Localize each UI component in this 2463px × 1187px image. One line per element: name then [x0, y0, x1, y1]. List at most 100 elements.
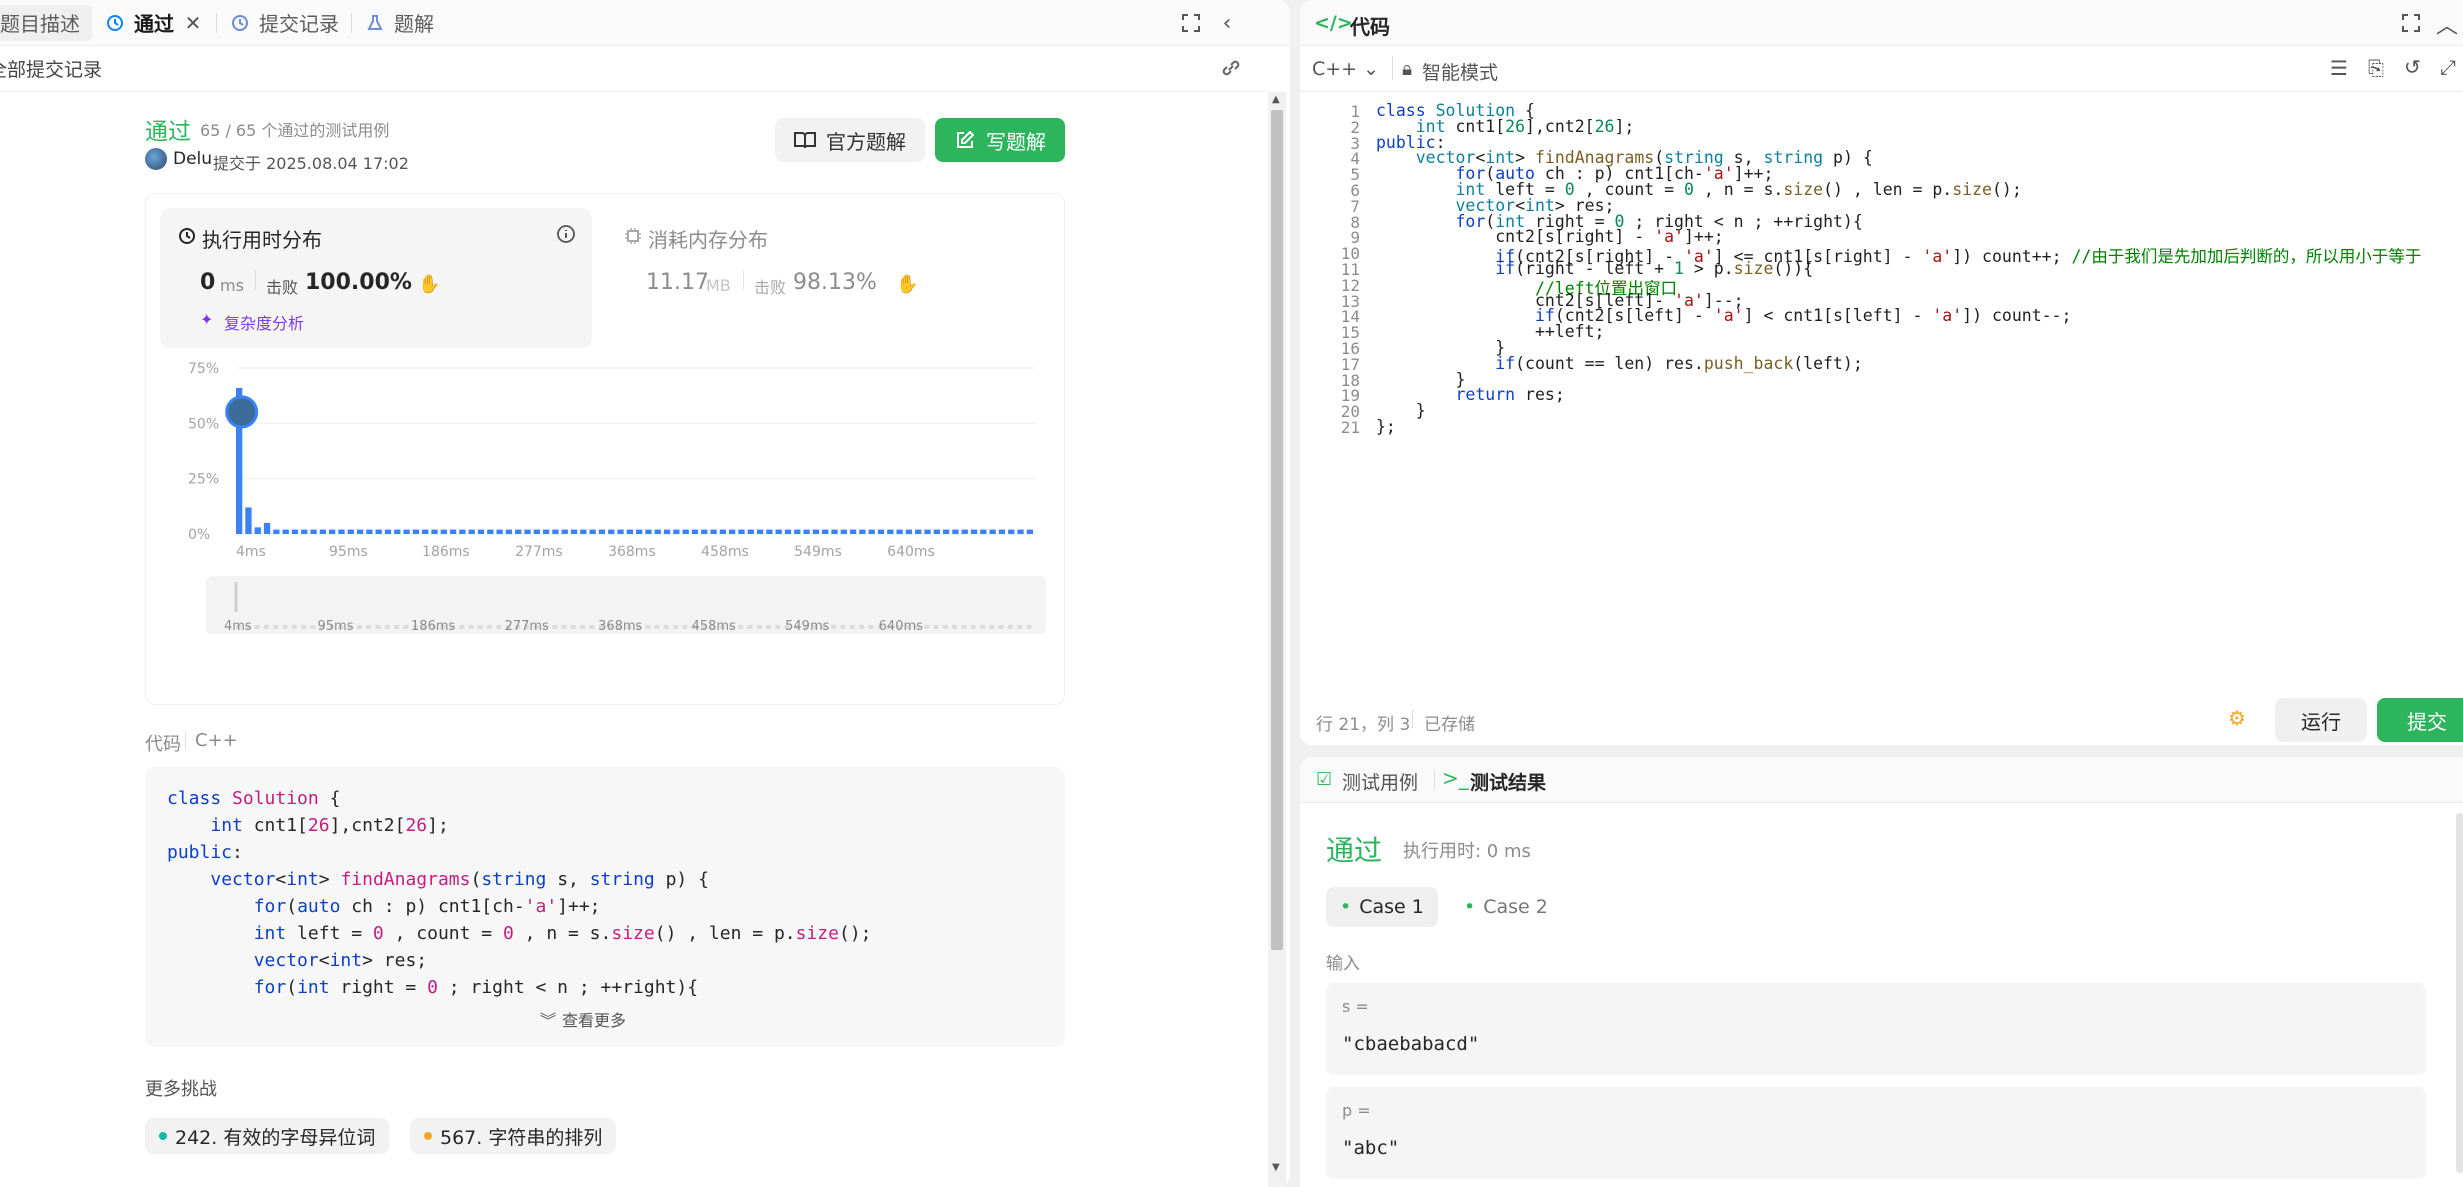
x-tick-label: 640ms — [887, 544, 935, 560]
bookmark-icon[interactable]: ⎘ — [2368, 56, 2384, 80]
brush-tick-label: 458ms — [692, 619, 736, 634]
brush-bar — [468, 625, 474, 629]
chart-bar — [468, 529, 475, 534]
runtime-beats-label: 击败 — [266, 278, 299, 297]
chart-bar — [394, 529, 401, 534]
chart-bar — [729, 529, 736, 534]
brush-bar — [924, 625, 930, 629]
avatar[interactable] — [145, 148, 167, 170]
chart-bar — [1017, 529, 1024, 534]
username[interactable]: Delu — [173, 149, 212, 169]
edit-icon — [954, 129, 976, 151]
x-tick-label: 186ms — [422, 544, 470, 560]
tab-description[interactable]: 题目描述 — [0, 4, 92, 41]
view-more-button[interactable]: ︾ 查看更多 — [540, 1007, 626, 1031]
complexity-analysis-link[interactable]: 复杂度分析 — [224, 310, 304, 334]
link-icon[interactable] — [1220, 57, 1242, 79]
close-icon[interactable]: ✕ — [182, 11, 204, 35]
tab-submissions[interactable]: 提交记录 — [217, 0, 351, 46]
collapse-up-icon[interactable]: ︿ — [2436, 8, 2458, 40]
reset-icon[interactable]: ↺ — [2404, 55, 2421, 79]
chart-bar — [710, 529, 717, 534]
editor-statusbar: 行 21，列 3 已存储 ⚙ 运行 提交 — [1300, 696, 2463, 745]
chart-bar — [682, 529, 689, 534]
difficulty-dot — [424, 1132, 432, 1140]
tab-accepted[interactable]: 通过 ✕ — [92, 0, 216, 46]
fullscreen-icon[interactable] — [2400, 12, 2422, 34]
chart-bar — [831, 529, 838, 534]
scrollbar[interactable]: ▲ ▼ — [1268, 92, 1286, 1187]
runtime-distribution-chart[interactable]: 75% 50% 25% 0% 4ms 95ms 186ms 277ms 368ms 458ms 54… — [146, 354, 1066, 704]
chart-bar — [375, 529, 382, 534]
runtime-box[interactable]: 执行用时分布 0 ms 击败 100.00% ✋ ✦ 复杂度分析 — [160, 208, 592, 348]
write-solution-button[interactable]: 写题解 — [935, 118, 1065, 162]
left-tabbar: 题目描述 通过 ✕ 提交记录 题解 ‹ — [0, 0, 1290, 46]
official-solution-button[interactable]: 官方题解 — [775, 118, 925, 162]
challenge-item[interactable]: 567. 字符串的排列 — [410, 1118, 617, 1154]
chart-bar — [524, 529, 531, 534]
format-icon[interactable]: ☰ — [2330, 56, 2348, 80]
debug-icon[interactable]: ⚙ — [2228, 706, 2246, 730]
history-icon — [229, 12, 251, 34]
chart-bar — [589, 529, 596, 534]
chart-bar — [515, 529, 522, 534]
tab-testcases[interactable]: 测试用例 — [1342, 768, 1418, 795]
code-tab-title[interactable]: 代码 — [1350, 11, 1390, 40]
brush-bar — [682, 625, 688, 629]
chart-bar — [998, 529, 1006, 534]
chart-bar — [338, 529, 345, 534]
runtime-value: 0 — [200, 270, 216, 295]
challenge-item[interactable]: 242. 有效的字母异位词 — [145, 1118, 390, 1154]
chart-bar — [812, 529, 820, 534]
memory-beats: 98.13% — [793, 270, 877, 295]
code-editor[interactable]: 1 class Solution {2 int cnt1[26],cnt2[26]… — [1300, 92, 2460, 692]
chart-bar — [505, 529, 513, 534]
code-section-label: 代码 — [145, 734, 181, 755]
chart-bar — [924, 529, 931, 534]
scrollbar-thumb[interactable] — [1271, 110, 1283, 950]
input-var: p = "abc" — [1326, 1087, 2426, 1179]
x-tick-label: 277ms — [515, 544, 563, 560]
chart-bar — [319, 529, 327, 534]
chart-bar — [552, 529, 559, 534]
submit-button[interactable]: 提交 — [2377, 698, 2463, 742]
brush-tick-label: 277ms — [505, 619, 549, 634]
brush-bar — [933, 625, 939, 629]
tab-test-result[interactable]: 测试结果 — [1470, 768, 1546, 795]
brush-bar — [868, 625, 874, 629]
test-runtime: 执行用时: 0 ms — [1403, 841, 1531, 862]
editor-toolbar: C++ ⌄ 🔒︎ 智能模式 ☰ ⎘ ↺ ⤢ — [1300, 46, 2463, 92]
cursor-position: 行 21，列 3 — [1316, 715, 1411, 735]
case-tab-1[interactable]: • Case 1 — [1326, 887, 1438, 927]
y-tick-label: 0% — [188, 527, 210, 543]
memory-value: 11.17 — [646, 270, 709, 295]
chart-bar — [794, 529, 801, 534]
scroll-up-icon[interactable]: ▲ — [1272, 94, 1280, 105]
chart-bar — [905, 529, 913, 534]
brush-bar — [301, 625, 307, 629]
tests-scrollbar[interactable] — [2456, 813, 2463, 1173]
chart-bar — [329, 529, 336, 534]
language-select[interactable]: C++ ⌄ — [1312, 58, 1379, 80]
scroll-down-icon[interactable]: ▼ — [1272, 1162, 1280, 1173]
fullscreen-icon[interactable] — [1180, 12, 1202, 34]
all-submissions-link[interactable]: 全部提交记录 — [0, 55, 102, 82]
expand-icon[interactable]: ⤢ — [2440, 55, 2456, 79]
input-label: 输入 — [1326, 954, 1360, 974]
chart-bar — [887, 529, 894, 534]
tab-solutions[interactable]: 题解 — [352, 0, 446, 46]
chart-bar — [877, 529, 885, 534]
collapse-icon[interactable]: ‹ — [1216, 11, 1238, 36]
smart-mode-toggle[interactable]: 智能模式 — [1422, 58, 1498, 85]
divider — [255, 270, 256, 290]
case-tab-2[interactable]: • Case 2 — [1450, 887, 1562, 927]
chart-bar — [254, 527, 261, 534]
info-icon[interactable] — [555, 223, 577, 245]
brush-tick-label: 186ms — [411, 619, 455, 634]
chart-bar — [310, 529, 317, 534]
memory-box[interactable]: 消耗内存分布 11.17 MB 击败 98.13% ✋ — [606, 208, 1046, 348]
divider — [1392, 56, 1393, 80]
run-button[interactable]: 运行 — [2275, 698, 2367, 742]
chart-bar — [989, 529, 996, 534]
brush-bar — [980, 625, 985, 629]
